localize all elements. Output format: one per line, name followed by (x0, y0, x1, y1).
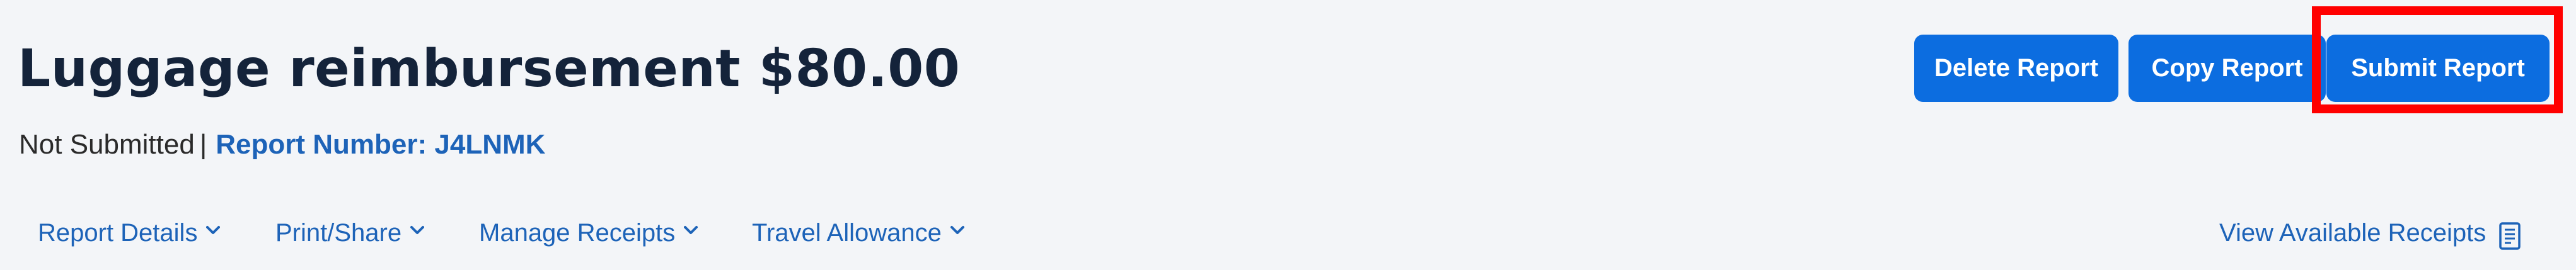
report-header: Luggage reimbursement $80.00 Not Submitt… (0, 0, 2576, 270)
chevron-down-icon (684, 223, 698, 237)
nav-manage-receipts[interactable]: Manage Receipts (479, 208, 698, 258)
nav-item-label: Print/Share (275, 219, 402, 247)
report-nav: Report Details Print/Share Manage Receip… (0, 208, 2576, 258)
nav-item-label: Manage Receipts (479, 219, 676, 247)
submit-report-button[interactable]: Submit Report (2326, 35, 2550, 102)
delete-report-button[interactable]: Delete Report (1914, 35, 2118, 102)
nav-print-share[interactable]: Print/Share (275, 208, 425, 258)
nav-item-label: Report Details (38, 219, 198, 247)
status-separator: | (199, 129, 207, 160)
report-status-row: Not Submitted | Report Number: J4LNMK (19, 126, 545, 164)
copy-report-button[interactable]: Copy Report (2128, 35, 2326, 102)
chevron-down-icon (410, 223, 425, 237)
report-number: Report Number: J4LNMK (216, 129, 546, 160)
nav-travel-allowance[interactable]: Travel Allowance (752, 208, 964, 258)
nav-report-details[interactable]: Report Details (38, 208, 221, 258)
nav-right-label: View Available Receipts (2219, 219, 2486, 247)
chevron-down-icon (206, 223, 221, 237)
nav-item-label: Travel Allowance (752, 219, 942, 247)
receipt-icon (2498, 217, 2521, 250)
report-status: Not Submitted (19, 129, 195, 160)
page-title: Luggage reimbursement $80.00 (18, 39, 961, 99)
chevron-down-icon (950, 223, 964, 237)
view-available-receipts-link[interactable]: View Available Receipts (2219, 208, 2521, 258)
